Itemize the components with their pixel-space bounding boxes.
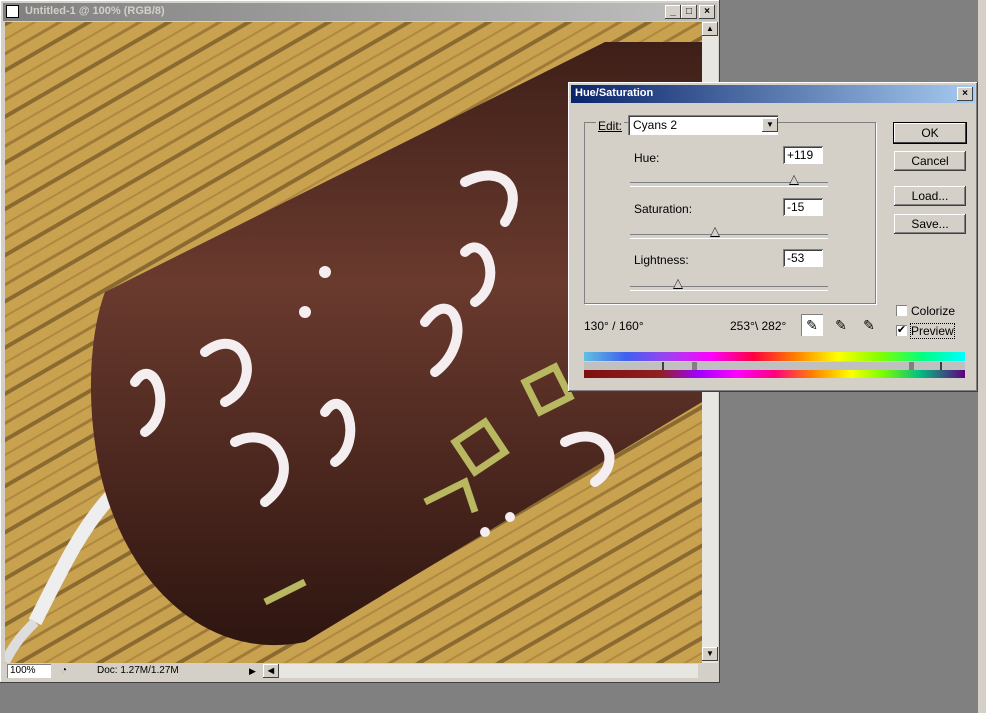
edit-label-text: Edit:: [598, 119, 623, 133]
horizontal-scrollbar[interactable]: [263, 664, 698, 678]
edit-select[interactable]: Cyans 2 ▼: [628, 115, 778, 135]
load-button[interactable]: Load...: [894, 186, 966, 206]
range-marker-4[interactable]: [940, 362, 942, 370]
range-slider[interactable]: [584, 362, 965, 370]
range-marker-2[interactable]: [692, 362, 697, 370]
scroll-down-arrow[interactable]: ▼: [702, 647, 718, 661]
saturation-input[interactable]: -15: [783, 198, 823, 216]
color-bar-bottom: [584, 370, 965, 378]
chevron-down-icon[interactable]: ▼: [762, 118, 778, 132]
status-menu-arrow[interactable]: ▶: [249, 664, 261, 678]
save-button[interactable]: Save...: [894, 214, 966, 234]
document-icon: [6, 5, 19, 18]
ok-button[interactable]: OK: [894, 123, 966, 143]
minimize-button[interactable]: _: [665, 5, 681, 19]
saturation-slider-thumb[interactable]: [710, 227, 721, 237]
scroll-up-arrow[interactable]: ▲: [702, 22, 718, 36]
scroll-left-arrow[interactable]: ◀: [263, 664, 279, 678]
edit-label: Edit:: [596, 119, 625, 133]
adjust-group: [584, 122, 876, 304]
range-marker-3[interactable]: [909, 362, 914, 370]
lightness-input[interactable]: -53: [783, 249, 823, 267]
edit-select-value: Cyans 2: [633, 118, 678, 132]
color-bar-top: [584, 352, 965, 361]
dialog-titlebar[interactable]: Hue/Saturation ×: [571, 85, 975, 103]
hue-input[interactable]: +119: [783, 146, 823, 164]
lightness-slider-thumb[interactable]: [672, 279, 683, 289]
preview-label[interactable]: Preview: [910, 323, 955, 339]
status-icon[interactable]: ◔: [57, 664, 71, 678]
hue-slider-thumb[interactable]: [789, 175, 800, 185]
lightness-label: Lightness:: [634, 253, 689, 267]
document-title: Untitled-1 @ 100% (RGB/8): [25, 5, 165, 17]
document-titlebar[interactable]: Untitled-1 @ 100% (RGB/8) _ □ ×: [3, 3, 717, 21]
dialog-title: Hue/Saturation: [575, 87, 654, 99]
close-button[interactable]: ×: [699, 5, 715, 19]
hue-saturation-dialog: Hue/Saturation × Edit: Cyans 2 ▼ Hue: +1…: [568, 82, 978, 392]
hue-label: Hue:: [634, 151, 660, 165]
saturation-label: Saturation:: [634, 202, 693, 216]
eyedropper-plus-icon[interactable]: ✎: [830, 314, 852, 336]
eyedropper-icon[interactable]: ✎: [801, 314, 823, 336]
range-marker-1[interactable]: [662, 362, 664, 370]
zoom-field[interactable]: 100%: [7, 664, 51, 678]
colorize-checkbox[interactable]: [896, 305, 907, 316]
lightness-slider-track[interactable]: [630, 286, 828, 291]
range-right-readout: 253°\ 282°: [730, 319, 787, 333]
cancel-button[interactable]: Cancel: [894, 151, 966, 171]
preview-checkbox[interactable]: ✔: [896, 325, 907, 336]
range-left-readout: 130° / 160°: [584, 319, 644, 333]
colorize-label[interactable]: Colorize: [911, 304, 955, 318]
saturation-slider-track[interactable]: [630, 234, 828, 239]
maximize-button[interactable]: □: [681, 5, 697, 19]
dialog-close-button[interactable]: ×: [957, 87, 973, 101]
status-bar: 100% ◔ Doc: 1.27M/1.27M ▶ ◀: [5, 663, 702, 680]
palette-edge: [978, 0, 986, 713]
doc-info: Doc: 1.27M/1.27M: [97, 665, 179, 676]
eyedropper-minus-icon[interactable]: ✎: [858, 314, 880, 336]
